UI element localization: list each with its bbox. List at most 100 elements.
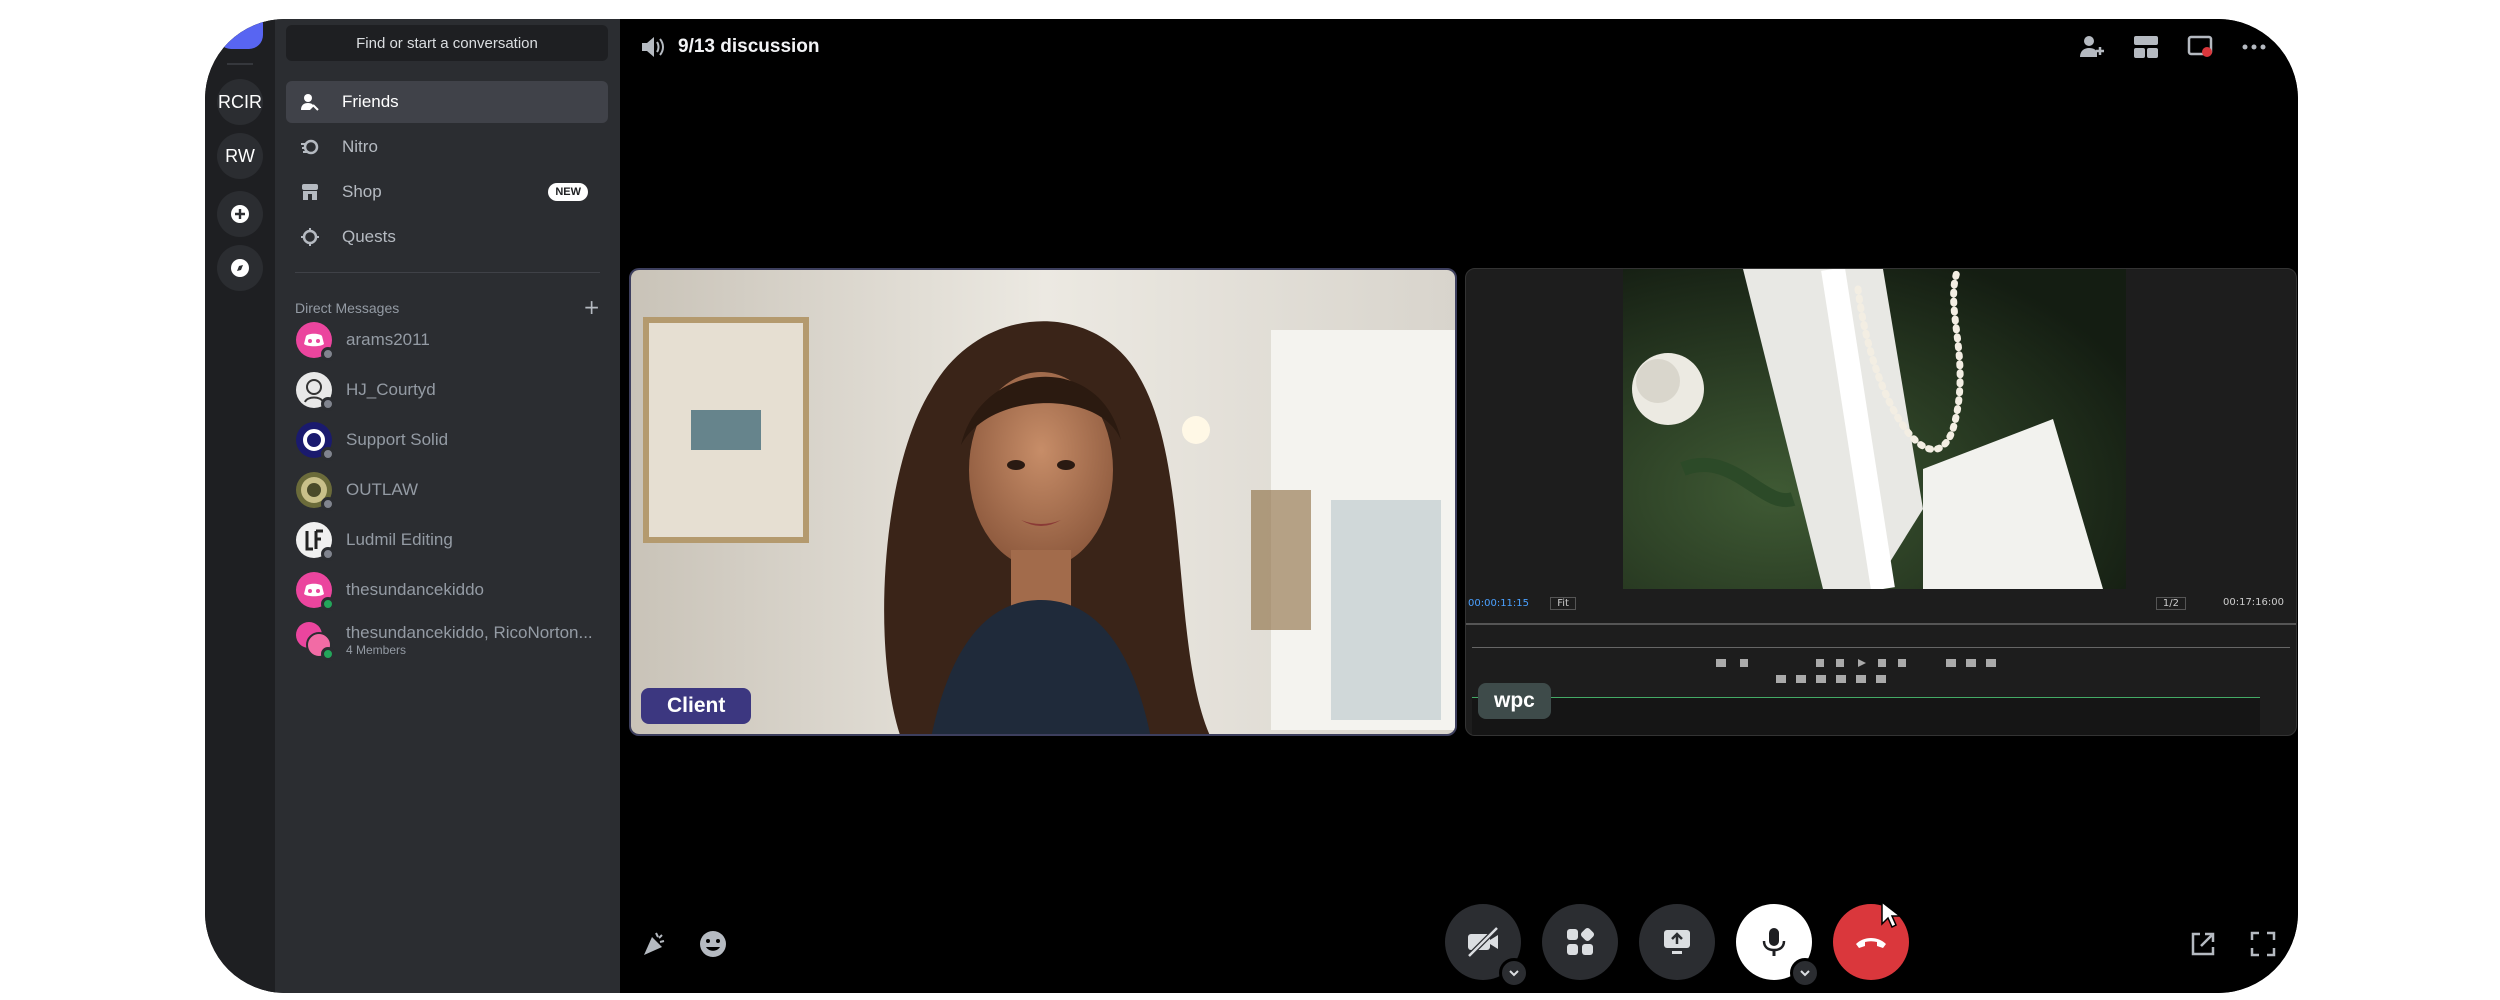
layout-grid-icon[interactable] — [2132, 33, 2160, 61]
editor-scale-select: 1/2 — [2155, 597, 2186, 610]
status-dot — [321, 647, 335, 661]
more-options-icon[interactable] — [2240, 33, 2268, 61]
participant-name-tag: wpc — [1478, 683, 1551, 719]
rail-separator — [227, 63, 253, 65]
search-input[interactable]: Find or start a conversation — [286, 25, 608, 61]
new-badge: NEW — [548, 183, 588, 201]
avatar — [296, 372, 335, 411]
soundboard-icon — [644, 932, 665, 955]
pop-out-icon — [2191, 932, 2215, 956]
nav-quests[interactable]: Quests — [286, 216, 608, 258]
add-server-button[interactable] — [217, 191, 263, 237]
screen-share-icon — [1664, 930, 1690, 954]
app-window: RCIR RW Find or start a conversation Fri… — [205, 19, 2298, 993]
add-friend-icon[interactable] — [2078, 33, 2106, 61]
dm-item[interactable]: Ludmil Editing — [286, 517, 608, 563]
server-label: RCIR — [218, 91, 262, 112]
group-avatar — [296, 622, 335, 661]
share-screen-button[interactable] — [1639, 904, 1715, 980]
client-video-image — [631, 270, 1455, 734]
discover-button[interactable] — [217, 245, 263, 291]
nav-label: Friends — [342, 92, 399, 111]
avatar — [296, 422, 335, 461]
channel-sidebar: Find or start a conversation Friends Nit… — [275, 19, 620, 993]
dm-item[interactable]: arams2011 — [286, 317, 608, 363]
video-tile-client[interactable]: Client — [629, 268, 1457, 736]
nav-friends[interactable]: Friends — [286, 81, 608, 123]
server-rw[interactable]: RW — [217, 133, 263, 179]
home-button[interactable] — [217, 19, 263, 49]
server-label: RW — [225, 145, 255, 166]
soundboard-button[interactable] — [638, 929, 668, 963]
avatar — [296, 572, 335, 611]
nav-nitro[interactable]: Nitro — [286, 126, 608, 168]
nav-label: Nitro — [342, 137, 378, 156]
editor-transport-controls — [1716, 659, 1996, 683]
call-toolbar — [2078, 33, 2268, 61]
quests-icon — [298, 225, 322, 249]
dm-item[interactable]: Support Solid — [286, 417, 608, 463]
dm-name: HJ_Courtyd — [346, 380, 436, 399]
dm-item[interactable]: OUTLAW — [286, 467, 608, 513]
mic-options-button[interactable] — [1790, 958, 1820, 988]
friends-icon — [298, 90, 322, 114]
status-dot — [321, 497, 335, 511]
editor-timecode: 00:00:11:15 — [1468, 598, 1530, 609]
camera-options-button[interactable] — [1499, 958, 1529, 988]
chevron-down-icon — [1509, 970, 1519, 977]
call-header: 9/13 discussion — [620, 19, 2298, 75]
editor-timebar: 00:00:11:15 Fit 1/2 00:17:16:00 — [1466, 597, 2296, 610]
status-dot — [321, 447, 335, 461]
pop-out-button[interactable] — [2188, 929, 2218, 963]
editor-preview-frame — [1623, 269, 2126, 589]
chevron-down-icon — [1800, 970, 1810, 977]
avatar — [296, 522, 335, 561]
nav-label: Shop — [342, 182, 382, 201]
call-area: 9/13 discussion Client 00:00:11:15 Fit 1… — [620, 19, 2298, 993]
microphone-icon — [1762, 928, 1786, 956]
status-dot — [321, 547, 335, 561]
emoji-button[interactable] — [698, 929, 728, 963]
create-dm-icon[interactable]: + — [583, 297, 600, 317]
dm-name: OUTLAW — [346, 480, 419, 499]
activities-group — [638, 929, 728, 963]
status-dot — [321, 597, 335, 611]
editor-fit-select: Fit — [1550, 597, 1576, 610]
dm-name: thesundancekiddo, RicoNorton... — [346, 623, 593, 642]
call-title: 9/13 discussion — [678, 36, 820, 57]
mouse-cursor — [1881, 900, 1902, 929]
shop-icon — [298, 180, 322, 204]
status-dot — [321, 397, 335, 411]
dm-item[interactable]: thesundancekiddo — [286, 567, 608, 613]
nav-shop[interactable]: Shop NEW — [286, 171, 608, 213]
activities-button[interactable] — [1542, 904, 1618, 980]
dm-name: Support Solid — [346, 430, 449, 449]
rocket-icon — [1567, 927, 1595, 955]
status-dot — [321, 347, 335, 361]
avatar — [296, 472, 335, 511]
compass-icon — [231, 259, 249, 277]
speaker-icon — [642, 37, 664, 57]
dm-name: arams2011 — [346, 330, 430, 349]
editor-duration: 00:17:16:00 — [2222, 597, 2284, 608]
nav-label: Quests — [342, 227, 396, 246]
camera-off-icon — [1467, 926, 1499, 958]
camera-toggle-button[interactable] — [1445, 904, 1529, 988]
dm-name: thesundancekiddo — [346, 580, 485, 599]
server-rcir[interactable]: RCIR — [217, 79, 263, 125]
server-rail: RCIR RW — [205, 19, 275, 993]
fullscreen-button[interactable] — [2248, 929, 2278, 963]
dm-item-group[interactable]: thesundancekiddo, RicoNorton... 4 Member… — [286, 617, 608, 663]
sidebar-divider — [295, 272, 600, 273]
dm-header: Direct Messages — [295, 300, 400, 316]
view-options-group — [2188, 929, 2278, 963]
video-tile-wpc[interactable]: 00:00:11:15 Fit 1/2 00:17:16:00 wpc — [1465, 268, 2297, 736]
emoji-icon — [700, 931, 726, 957]
screen-share-live-icon[interactable] — [2186, 33, 2214, 61]
dm-name: Ludmil Editing — [346, 530, 453, 549]
microphone-button[interactable] — [1736, 904, 1820, 988]
avatar — [296, 322, 335, 361]
dm-member-count: 4 Members — [346, 643, 407, 657]
participant-name-tag: Client — [641, 688, 752, 724]
dm-item[interactable]: HJ_Courtyd — [286, 367, 608, 413]
